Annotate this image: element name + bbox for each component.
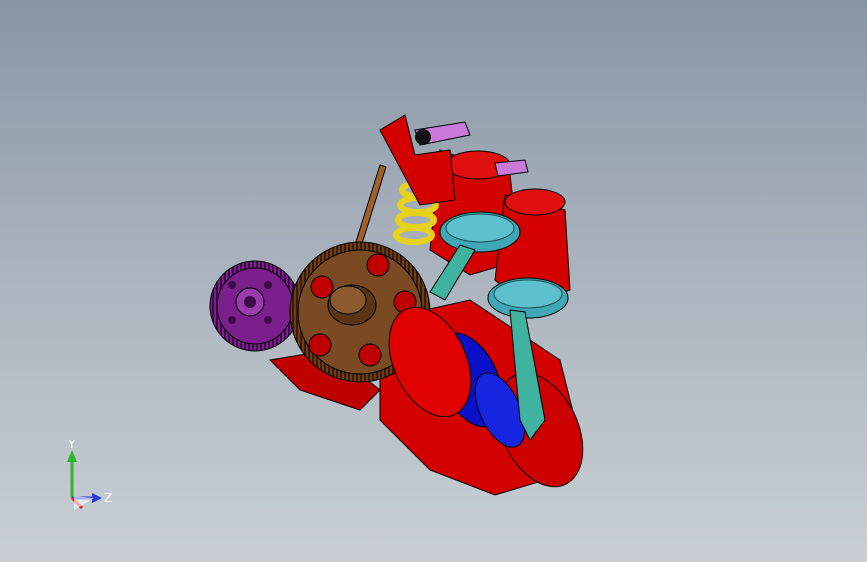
piston-1 — [439, 211, 521, 253]
rocker-arm-2 — [494, 159, 529, 177]
rocker-arm-1 — [414, 121, 471, 146]
cam-gear — [209, 260, 301, 352]
z-axis-label: Z — [104, 491, 112, 505]
triad-plane — [74, 496, 94, 510]
y-axis-label: Y — [67, 440, 76, 451]
engine-assembly-model[interactable] — [0, 0, 867, 562]
3d-viewport[interactable]: Y Z — [0, 0, 867, 562]
y-axis-arrow — [67, 450, 77, 462]
piston-2 — [487, 277, 569, 319]
orientation-triad: Y Z — [67, 440, 112, 510]
pushrod — [353, 164, 387, 251]
